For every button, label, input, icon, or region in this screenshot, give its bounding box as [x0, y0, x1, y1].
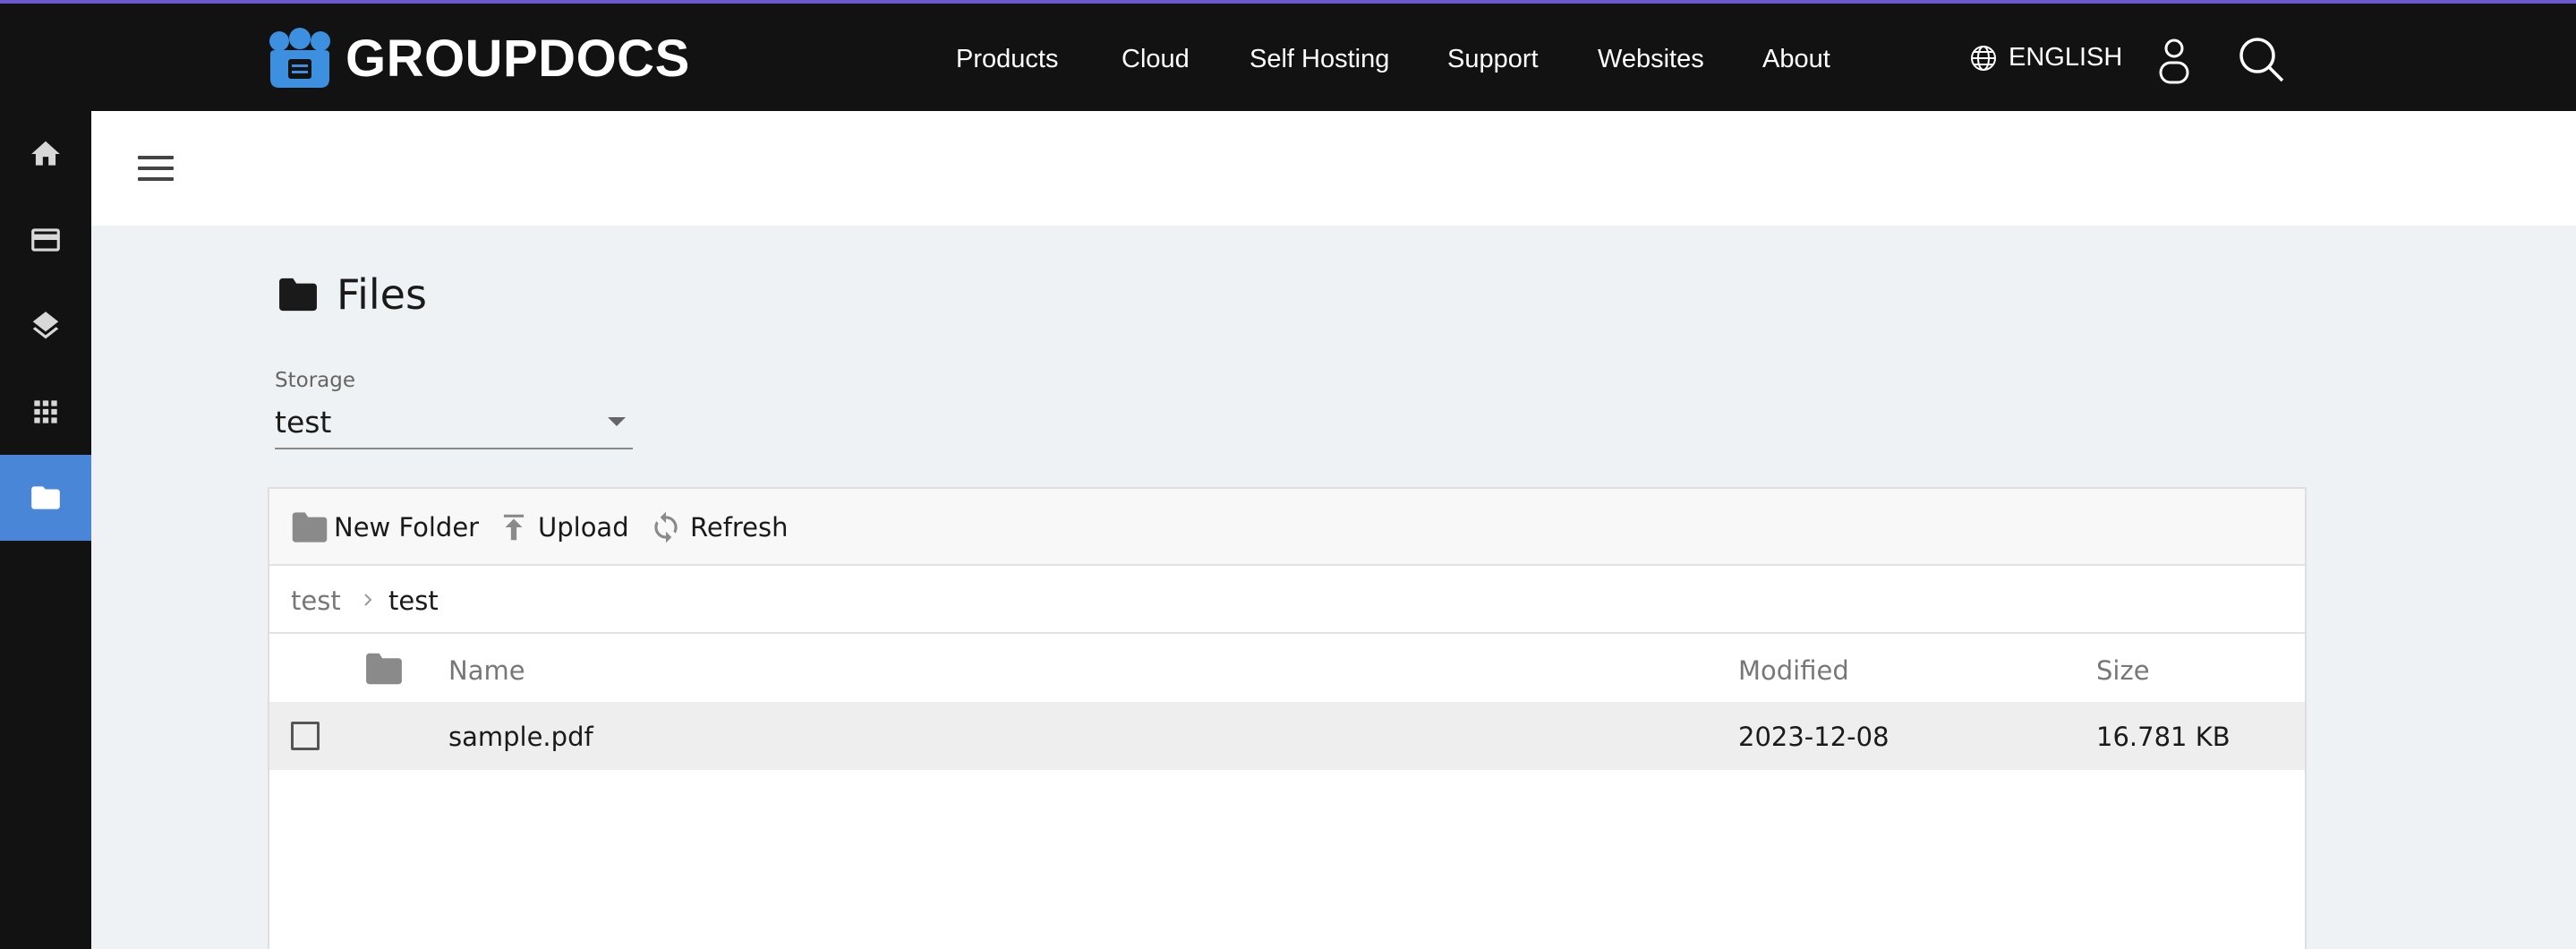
breadcrumb: test test: [269, 566, 2305, 634]
column-header-name[interactable]: Name: [448, 655, 525, 686]
search-icon[interactable]: [2238, 36, 2286, 84]
breadcrumb-current: test: [388, 586, 439, 616]
file-modified: 2023-12-08: [1738, 722, 1889, 752]
new-folder-button[interactable]: New Folder: [291, 510, 479, 544]
upload-button[interactable]: Upload: [495, 510, 629, 544]
storage-label: Storage: [275, 369, 355, 392]
column-header-modified[interactable]: Modified: [1738, 655, 1849, 686]
apps-grid-icon: [34, 400, 57, 423]
storage-value: test: [275, 405, 332, 440]
sidebar-item-home[interactable]: [0, 111, 91, 197]
nav-products[interactable]: Products: [956, 45, 1058, 74]
icon-sidebar: [0, 111, 91, 949]
chevron-down-icon: [608, 417, 626, 426]
layers-icon: [32, 312, 59, 339]
page-title-text: Files: [337, 270, 427, 319]
storage-select[interactable]: test: [275, 398, 633, 449]
sidebar-item-layers[interactable]: [0, 283, 91, 369]
chevron-right-icon: [364, 594, 372, 606]
page-title: Files: [277, 270, 427, 319]
nav-self-hosting[interactable]: Self Hosting: [1250, 45, 1389, 74]
home-icon: [31, 141, 60, 166]
sidebar-item-files[interactable]: [0, 455, 91, 541]
refresh-button[interactable]: Refresh: [647, 510, 789, 544]
folder-icon: [31, 486, 60, 509]
folder-icon: [292, 512, 328, 543]
column-header-size[interactable]: Size: [2096, 655, 2150, 686]
nav-about[interactable]: About: [1762, 45, 1830, 74]
upload-icon: [503, 514, 525, 541]
file-name[interactable]: sample.pdf: [448, 722, 593, 752]
nav-cloud[interactable]: Cloud: [1122, 45, 1190, 74]
nav-websites[interactable]: Websites: [1598, 45, 1704, 74]
refresh-icon: [654, 511, 678, 543]
groupdocs-logo-icon: [269, 28, 330, 88]
refresh-label: Refresh: [690, 512, 789, 543]
nav-support[interactable]: Support: [1447, 45, 1539, 74]
credit-card-icon: [31, 228, 60, 252]
sidebar-item-billing[interactable]: [0, 197, 91, 283]
top-navigation-bar: GROUPDOCS Products Cloud Self Hosting Su…: [0, 0, 2576, 111]
row-checkbox[interactable]: [291, 722, 320, 750]
new-folder-label: New Folder: [334, 512, 480, 543]
file-toolbar: New Folder Upload Refresh: [269, 489, 2305, 566]
language-selector[interactable]: ENGLISH: [1969, 43, 2122, 73]
groupdocs-logo[interactable]: GROUPDOCS: [267, 27, 690, 90]
menu-icon[interactable]: [138, 156, 174, 183]
globe-icon: [1971, 45, 1996, 71]
sidebar-item-apps[interactable]: [0, 369, 91, 455]
user-account-icon[interactable]: [2155, 38, 2193, 84]
file-size: 16.781 KB: [2096, 722, 2231, 752]
sub-header: [91, 111, 2576, 226]
language-label: ENGLISH: [2009, 43, 2123, 72]
table-row[interactable]: sample.pdf 2023-12-08 16.781 KB: [269, 702, 2305, 770]
table-header: Name Modified Size: [269, 634, 2305, 702]
breadcrumb-root[interactable]: test: [291, 586, 341, 616]
folder-icon: [366, 653, 402, 685]
folder-icon: [279, 278, 317, 312]
logo-text: GROUPDOCS: [345, 29, 690, 88]
upload-label: Upload: [538, 512, 629, 543]
file-browser: New Folder Upload Refresh test test Name…: [268, 487, 2307, 949]
